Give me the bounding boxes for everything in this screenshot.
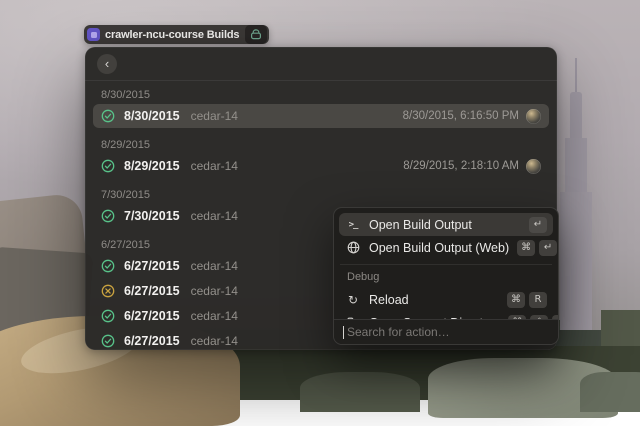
command-tag[interactable]: crawler-ncu-course Builds [84,25,270,44]
globe-icon [345,241,361,254]
heroku-app-icon [87,28,100,41]
divider [340,264,552,265]
command-tag-label: crawler-ncu-course Builds [105,28,240,41]
avatar [526,108,541,124]
skyscraper-spire [570,92,582,144]
command-key: ⌘ [517,239,536,256]
command-key: ⌘ [507,291,525,308]
reload-icon: ↻ [347,292,359,307]
r-key: R [529,291,547,308]
build-accessory: 8/30/2015, 6:16:50 PM [402,108,541,124]
build-stack: cedar-14 [190,284,238,298]
build-stack: cedar-14 [190,109,238,123]
action-open-build-output[interactable]: >_ Open Build Output ↵ [339,213,553,236]
skyscraper-tower [560,192,592,337]
build-date: 7/30/2015 [124,209,180,223]
build-date: 8/30/2015 [124,109,180,123]
action-search-bar [334,319,558,344]
shortcut-keys: ⌘ R [507,291,547,308]
avatar [526,158,541,174]
build-date: 6/27/2015 [124,309,180,323]
action-open-build-output-web[interactable]: Open Build Output (Web) ⌘ ↵ [339,236,558,259]
build-date: 6/27/2015 [124,284,180,298]
build-stack: cedar-14 [190,159,238,173]
build-date: 6/27/2015 [124,259,180,273]
action-label: Open Build Output [369,217,472,232]
check-circle-icon [101,109,115,123]
shortcut-keys: ↵ [529,216,547,233]
rock [580,372,640,412]
check-circle-icon [101,334,115,348]
text-cursor [343,325,344,339]
chevron-left-icon: ‹ [104,55,110,71]
build-date: 8/29/2015 [124,159,180,173]
build-row[interactable]: 8/30/2015 cedar-14 8/30/2015, 6:16:50 PM [93,104,549,128]
build-stack: cedar-14 [190,309,238,323]
skyscraper-upper [565,138,587,196]
build-row[interactable]: 8/29/2015 cedar-14 8/29/2015, 2:18:10 AM [93,154,549,178]
extension-icon [245,25,268,44]
build-stack: cedar-14 [190,334,238,348]
section-header: 8/30/2015 [101,89,150,101]
build-stack: cedar-14 [190,259,238,273]
section-header: 8/29/2015 [101,139,150,151]
build-accessory: 8/29/2015, 2:18:10 AM [403,158,541,174]
window-header: ‹ [85,47,557,81]
build-timestamp: 8/30/2015, 6:16:50 PM [402,110,519,122]
action-reload[interactable]: ↻ Reload ⌘ R [339,288,553,311]
action-panel: >_ Open Build Output ↵ Open Build Output… [333,207,559,345]
action-label: Reload [369,292,409,307]
build-date: 6/27/2015 [124,334,180,348]
shortcut-keys: ⌘ ↵ [517,239,558,256]
action-label: Open Build Output (Web) [369,240,510,255]
x-circle-icon [101,284,115,298]
action-search-input[interactable] [344,324,549,340]
build-timestamp: 8/29/2015, 2:18:10 AM [403,160,519,172]
return-key: ↵ [539,239,558,256]
back-button[interactable]: ‹ [97,53,117,74]
return-key: ↵ [529,216,547,233]
terminal-icon: >_ [348,219,359,230]
check-circle-icon [101,159,115,173]
action-list: >_ Open Build Output ↵ Open Build Output… [334,208,558,334]
build-stack: cedar-14 [190,209,238,223]
debug-section-label: Debug [347,271,380,283]
check-circle-icon [101,209,115,223]
check-circle-icon [101,259,115,273]
check-circle-icon [101,309,115,323]
rock [300,372,420,412]
section-header: 7/30/2015 [101,189,150,201]
